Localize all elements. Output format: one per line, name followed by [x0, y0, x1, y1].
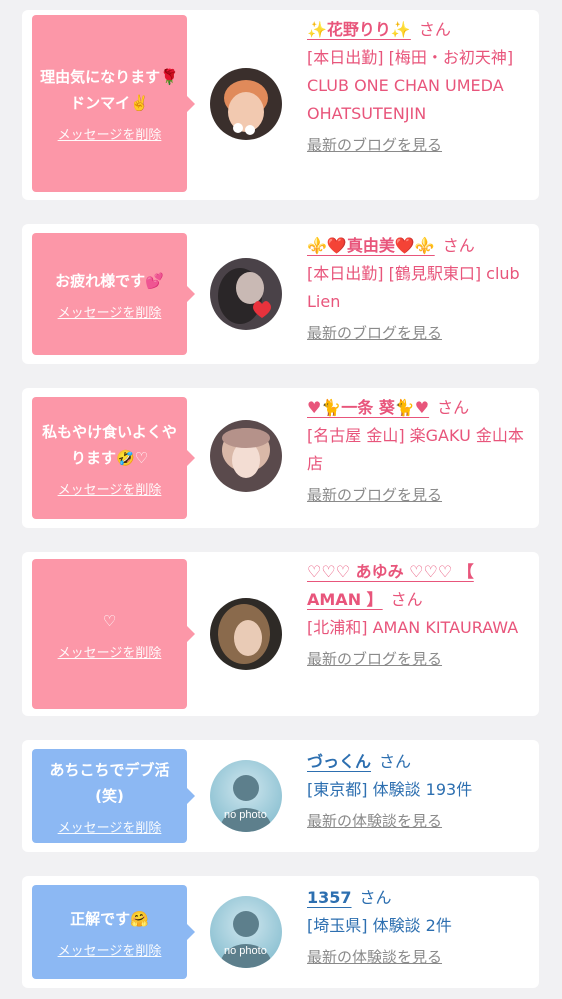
message-card: 正解です🤗 メッセージを削除 no photo 1357 さん [埼玉県] 体験談… [22, 876, 539, 988]
message-bubble: あちこちでデブ活(笑) メッセージを削除 [32, 749, 195, 843]
honorific: さん [359, 888, 392, 907]
profile-info: づっくん さん [東京都] 体験談 193件 最新の体験談を見る [307, 748, 532, 831]
no-photo-icon: no photo [210, 896, 282, 968]
no-photo-icon: no photo [210, 760, 282, 832]
message-bubble: ♡ メッセージを削除 [32, 559, 195, 709]
shop-info: [本日出勤] [鶴見駅東口] club Lien [307, 264, 520, 311]
shop-info: [名古屋 金山] 楽GAKU 金山本店 [307, 426, 524, 473]
profile-name-link[interactable]: ⚜️❤️真由美❤️⚜️ [307, 236, 435, 255]
honorific: さん [379, 752, 412, 771]
profile-photo-icon [210, 68, 282, 140]
profile-name-link[interactable]: ♥🐈一条 葵🐈♥ [307, 398, 429, 417]
report-info: [東京都] 体験談 193件 [307, 780, 473, 799]
shop-info: [本日出勤] [梅田・お初天神] CLUB ONE CHAN UMEDA OHA… [307, 48, 514, 123]
profile-name-link[interactable]: ✨花野りり✨ [307, 20, 411, 39]
avatar[interactable]: no photo [210, 760, 282, 832]
avatar[interactable] [210, 420, 282, 492]
delete-message-link[interactable]: メッセージを削除 [58, 302, 162, 321]
profile-photo-icon [210, 598, 282, 670]
honorific: さん [442, 236, 475, 255]
message-bubble: 正解です🤗 メッセージを削除 [32, 885, 195, 979]
message-bubble: 理由気になります🌹ドンマイ✌️ メッセージを削除 [32, 15, 195, 192]
message-text: あちこちでデブ活(笑) [49, 760, 170, 805]
message-card: 私もやけ食いよくやります🤣♡ メッセージを削除 ♥🐈一条 葵🐈♥ さん [名古屋 … [22, 388, 539, 528]
honorific: さん [418, 20, 451, 39]
report-info: [埼玉県] 体験談 2件 [307, 916, 452, 935]
message-bubble: 私もやけ食いよくやります🤣♡ メッセージを削除 [32, 397, 195, 519]
message-text: ♡ [102, 611, 117, 630]
message-text: お疲れ様です💕 [55, 271, 164, 290]
profile-info: ♥🐈一条 葵🐈♥ さん [名古屋 金山] 楽GAKU 金山本店 最新のブログを見る [307, 394, 532, 505]
profile-photo-icon [210, 420, 282, 492]
delete-message-link[interactable]: メッセージを削除 [58, 479, 162, 498]
profile-photo-icon [210, 258, 282, 330]
no-photo-label: no photo [224, 945, 267, 957]
message-text: 理由気になります🌹ドンマイ✌️ [40, 68, 179, 112]
profile-info: ✨花野りり✨ さん [本日出勤] [梅田・お初天神] CLUB ONE CHAN … [307, 16, 532, 155]
message-bubble: お疲れ様です💕 メッセージを削除 [32, 233, 195, 355]
message-card: ♡ メッセージを削除 ♡♡♡ あゆみ ♡♡♡ 【 AMAN 】さん [北浦和] … [22, 552, 539, 716]
delete-message-link[interactable]: メッセージを削除 [58, 817, 162, 836]
message-card: お疲れ様です💕 メッセージを削除 ⚜️❤️真由美❤️⚜️ さん [本日出勤] [鶴… [22, 224, 539, 364]
message-text: 正解です🤗 [70, 909, 149, 928]
message-text: 私もやけ食いよくやります🤣♡ [42, 422, 177, 467]
delete-message-link[interactable]: メッセージを削除 [58, 642, 162, 661]
honorific: さん [390, 590, 423, 609]
avatar[interactable]: no photo [210, 896, 282, 968]
latest-blog-link[interactable]: 最新のブログを見る [307, 648, 442, 669]
avatar[interactable] [210, 258, 282, 330]
latest-report-link[interactable]: 最新の体験談を見る [307, 946, 442, 967]
delete-message-link[interactable]: メッセージを削除 [58, 940, 162, 959]
latest-blog-link[interactable]: 最新のブログを見る [307, 322, 442, 343]
message-card: あちこちでデブ活(笑) メッセージを削除 no photo づっくん さん [東京… [22, 740, 539, 852]
profile-info: ⚜️❤️真由美❤️⚜️ さん [本日出勤] [鶴見駅東口] club Lien 最… [307, 232, 532, 343]
honorific: さん [437, 398, 470, 417]
shop-info: [北浦和] AMAN KITAURAWA [307, 618, 519, 637]
avatar[interactable] [210, 598, 282, 670]
no-photo-label: no photo [224, 809, 267, 821]
profile-name-link[interactable]: づっくん [307, 752, 371, 771]
profile-name-link[interactable]: 1357 [307, 888, 352, 907]
message-card: 理由気になります🌹ドンマイ✌️ メッセージを削除 ✨花野りり✨ さん [本日出勤]… [22, 10, 539, 200]
latest-blog-link[interactable]: 最新のブログを見る [307, 484, 442, 505]
latest-blog-link[interactable]: 最新のブログを見る [307, 134, 442, 155]
avatar[interactable] [210, 68, 282, 140]
delete-message-link[interactable]: メッセージを削除 [58, 124, 162, 143]
latest-report-link[interactable]: 最新の体験談を見る [307, 810, 442, 831]
profile-info: ♡♡♡ あゆみ ♡♡♡ 【 AMAN 】さん [北浦和] AMAN KITAUR… [307, 558, 532, 669]
profile-info: 1357 さん [埼玉県] 体験談 2件 最新の体験談を見る [307, 884, 532, 967]
